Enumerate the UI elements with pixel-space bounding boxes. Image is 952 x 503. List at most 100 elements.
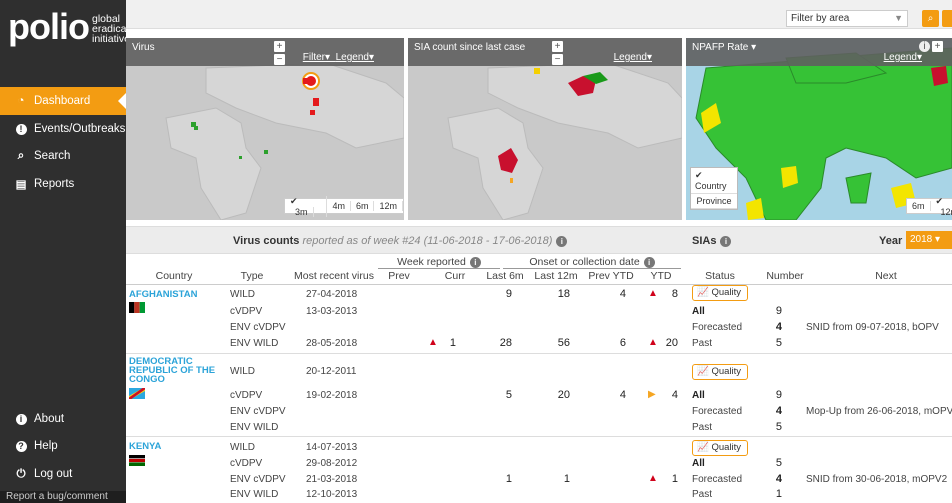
map-title: Virus [132, 42, 155, 53]
zoom-out-button[interactable]: − [274, 54, 285, 65]
curr-value: 1 [449, 337, 456, 349]
filter-dropdown[interactable]: Filter [303, 52, 325, 63]
trend-up-icon: ▲ [648, 337, 658, 348]
sia-number: 5 [775, 337, 782, 349]
power-icon: ⏻ [16, 467, 26, 480]
prevytd-value: 4 [619, 389, 626, 401]
trend-up-icon: ▲ [648, 288, 658, 299]
legend-dropdown[interactable]: Legend [614, 52, 647, 63]
nav-search[interactable]: ⌕ Search [0, 142, 126, 170]
virus-type: ENV WILD [230, 489, 279, 500]
table-section-header: Virus counts reported as of week #24 (11… [126, 226, 952, 254]
col-country[interactable]: Country [144, 270, 204, 282]
sidebar: polio global eradication initiative ◔ Da… [0, 0, 143, 503]
flag-afghanistan-icon [129, 302, 145, 313]
most-recent-date: 13-03-2013 [306, 306, 358, 317]
legend-dropdown[interactable]: Legend [884, 52, 917, 63]
nav-help[interactable]: ? Help [0, 432, 126, 460]
nav-label: Dashboard [34, 95, 91, 107]
nav-logout[interactable]: ⏻ Log out [0, 460, 126, 488]
npafp-rate-map[interactable]: NPAFP Rate ▾ Legend▾ i + ✔ Country Provi… [686, 38, 952, 220]
range-option[interactable]: ✔ 12m [931, 196, 952, 217]
flag-kenya-icon [129, 455, 145, 466]
sia-status: Forecasted [692, 474, 743, 485]
virus-type: WILD [230, 366, 255, 377]
range-option[interactable]: 6m [351, 201, 375, 211]
quality-button[interactable]: 📈 Quality [692, 285, 748, 301]
quality-button[interactable]: 📈 Quality [692, 440, 748, 456]
ytd-value: 4 [671, 389, 678, 401]
col-curr[interactable]: Curr [440, 270, 470, 282]
search-button[interactable]: ⌕ [922, 10, 939, 27]
virus-map[interactable]: Virus Filter▾ Legend▾ + − ✔ 3m 4m 6m 12m [126, 38, 404, 220]
flag-drc-icon [129, 388, 145, 399]
year-select[interactable]: 2018 ▾ [906, 231, 952, 249]
range-option[interactable]: 6m [907, 201, 931, 211]
chevron-down-icon: ▼ [894, 13, 903, 23]
range-option[interactable]: ✔ 3m [285, 195, 328, 217]
zoom-in-button[interactable]: + [274, 41, 285, 52]
virus-type: ENV WILD [230, 422, 279, 433]
info-icon[interactable]: i [643, 256, 655, 268]
quality-button[interactable]: 📈 Quality [692, 364, 748, 380]
most-recent-date: 14-07-2013 [306, 442, 358, 453]
search-icon: ⌕ [927, 13, 934, 24]
info-icon[interactable]: i [720, 235, 732, 247]
group-onset-date: Onset or collection date i [503, 256, 681, 269]
range-option[interactable]: 4m [327, 201, 351, 211]
menu-button[interactable] [942, 10, 952, 27]
range-option[interactable]: 12m [374, 201, 403, 211]
trend-up-icon: ▲ [428, 337, 438, 348]
nav-about[interactable]: i About [0, 405, 126, 433]
sia-count-map[interactable]: SIA count since last case Legend▾ + − [408, 38, 682, 220]
col-type[interactable]: Type [232, 270, 272, 282]
info-icon[interactable]: i [919, 41, 930, 52]
chart-line-icon: 📈 [697, 287, 709, 298]
col-prev-ytd[interactable]: Prev YTD [586, 270, 636, 282]
country-link-kenya[interactable]: KENYA [129, 442, 161, 452]
layer-option-country[interactable]: ✔ Country [691, 168, 737, 194]
last12-value: 56 [557, 337, 570, 349]
ytd-value: 20 [665, 337, 678, 349]
virus-type: WILD [230, 289, 255, 300]
col-last-6m[interactable]: Last 6m [482, 270, 528, 282]
trend-up-icon: ▲ [648, 473, 658, 484]
info-icon[interactable]: i [469, 256, 481, 268]
filter-area-select[interactable]: Filter by area ▼ [786, 10, 908, 27]
zoom-out-button[interactable]: − [552, 54, 563, 65]
virus-marker[interactable] [310, 110, 315, 115]
nav-events-outbreaks[interactable]: ! Events/Outbreaks [0, 115, 126, 143]
sia-next: SNID from 30-06-2018, mOPV2 [806, 474, 948, 485]
col-last-12m[interactable]: Last 12m [530, 270, 582, 282]
info-icon: i [13, 413, 29, 425]
nav-reports[interactable]: ▤ Reports [0, 170, 126, 198]
col-prev[interactable]: Prev [384, 270, 414, 282]
legend-dropdown[interactable]: Legend [336, 52, 369, 63]
col-ytd[interactable]: YTD [646, 270, 676, 282]
gpei-logo[interactable]: polio global eradication initiative [0, 0, 143, 68]
most-recent-date: 29-08-2012 [306, 458, 358, 469]
nav-label: Events/Outbreaks [34, 123, 126, 135]
filter-placeholder: Filter by area [791, 13, 850, 24]
virus-marker[interactable] [313, 98, 319, 106]
nav-label: Search [34, 150, 71, 162]
country-link-afghanistan[interactable]: AFGHANISTAN [129, 290, 197, 300]
zoom-in-button[interactable]: + [552, 41, 563, 52]
ytd-value: 1 [671, 473, 678, 485]
info-icon[interactable]: i [556, 235, 568, 247]
report-bug-link[interactable]: Report a bug/comment [0, 491, 126, 503]
top-bar: Filter by area ▼ ⌕ [126, 0, 952, 29]
group-week-reported: Week reported i [378, 256, 500, 269]
most-recent-date: 19-02-2018 [306, 390, 358, 401]
book-icon: ▤ [15, 179, 27, 191]
layer-option-province[interactable]: Province [691, 194, 737, 209]
col-most-recent-virus[interactable]: Most recent virus [286, 270, 382, 282]
map-title: NPAFP Rate ▾ [692, 42, 757, 53]
zoom-in-button[interactable]: + [932, 41, 943, 52]
country-link-drc[interactable]: DEMOCRATIC REPUBLIC OF THE CONGO [129, 357, 217, 385]
sia-status: Forecasted [692, 406, 743, 417]
ytd-value: 8 [671, 288, 678, 300]
nav-dashboard[interactable]: ◔ Dashboard [0, 87, 127, 115]
virus-marker[interactable] [264, 150, 268, 154]
col-number: Number [766, 270, 804, 282]
